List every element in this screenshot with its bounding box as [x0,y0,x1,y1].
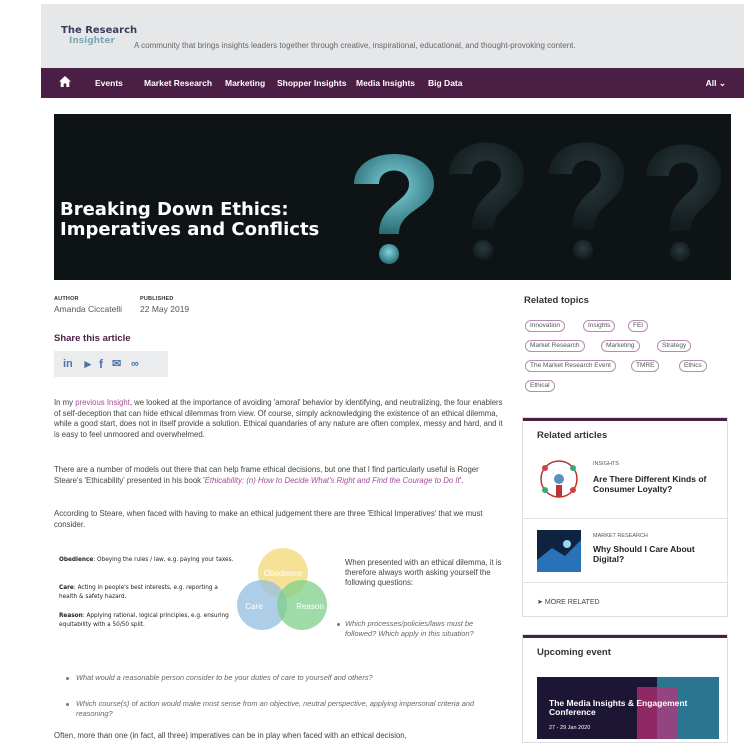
share-title: Share this article [54,333,131,344]
hero-banner: Breaking Down Ethics: Imperatives and Co… [54,114,731,280]
nav-item-media-insights[interactable]: Media Insights [356,78,415,88]
author-name[interactable]: Amanda Ciccatelli [54,304,122,314]
chevron-down-icon: ⌄ [718,78,726,88]
event-banner[interactable]: The Media Insights & Engagement Conferen… [537,677,719,739]
share-bar: in ► f ✉ ∞ [54,351,168,377]
article-thumbnail-digital[interactable] [537,530,581,572]
imperative-term: Care [59,583,74,591]
article-category: MARKET RESEARCH [593,533,648,539]
related-articles-card: Related articles INSIGHTS Are There Diff… [522,417,728,617]
topic-chip[interactable]: Ethical [525,380,555,392]
bullet-dot [66,703,69,706]
related-articles-title: Related articles [537,430,608,441]
event-name: The Media Insights & Engagement Conferen… [549,698,688,717]
venn-label-reason: Reason [296,602,324,611]
article-title-link[interactable]: Are There Different Kinds of Consumer Lo… [593,474,723,494]
divider [523,518,727,519]
question-bullet-1: Which processes/policies/laws must be fo… [345,619,474,638]
venn-label-care: Care [245,602,263,611]
imperative-care: Care: Acting in people's best interests,… [59,583,234,601]
venn-label-obedience: Obedience [264,569,303,578]
event-dates: 27 - 29 Jan 2020 [549,725,591,731]
imperative-text: : Acting in people's best interests, e.g… [59,583,218,600]
article-paragraph-3: According to Steare, when faced with hav… [54,509,483,529]
nav-item-market-research[interactable]: Market Research [144,78,212,88]
topic-chip[interactable]: Market Research [525,340,585,352]
site-logo[interactable]: The Research Insighter [61,25,138,47]
question-marks-image [354,142,721,264]
venn-explanation: When presented with an ethical dilemma, … [345,558,502,587]
imperative-term: Obedience [59,555,94,563]
topic-chip[interactable]: Marketing [601,340,640,352]
p2-text-b: '. [459,475,464,485]
topic-chip[interactable]: Insights [583,320,616,332]
related-topics-title: Related topics [524,295,589,306]
arrow-right-circle-icon: ➤ [537,599,543,606]
question-bullet-3: Which course(s) of action would make mos… [76,699,475,718]
published-date: 22 May 2019 [140,304,190,314]
article-paragraph-1: In my previous Insight, we looked at the… [54,398,504,440]
book-link[interactable]: Ethicability: (n) How to Decide What's R… [205,476,460,485]
article-paragraph-2: There are a number of models out there t… [54,465,504,486]
card-accent-bar [523,635,727,638]
published-label: PUBLISHED [140,296,174,302]
topic-chip[interactable]: TMRE [631,360,660,372]
linkedin-icon[interactable]: in [63,357,73,371]
logo-line-1: The Research [61,25,138,36]
nav-all-dropdown[interactable]: All ⌄ [706,78,726,89]
nav-item-big-data[interactable]: Big Data [428,78,462,88]
topic-chip[interactable]: Innovation [525,320,565,332]
divider [523,582,727,583]
facebook-icon[interactable]: f [99,357,103,371]
article-category: INSIGHTS [593,461,619,467]
upcoming-event-card: Upcoming event The Media Insights & Enga… [522,634,728,743]
previous-insight-link[interactable]: previous Insight [75,398,130,407]
link-icon[interactable]: ∞ [131,357,139,371]
topic-chip[interactable]: The Market Research Event [525,360,616,372]
bullet-dot [66,677,69,680]
main-nav: Events Market Research Marketing Shopper… [41,68,744,98]
imperative-text: : Applying rational, logical principles,… [59,611,229,628]
upcoming-event-title: Upcoming event [537,647,611,658]
author-label: AUTHOR [54,296,79,302]
more-related-label: MORE RELATED [544,599,600,606]
home-icon[interactable] [59,76,71,87]
topic-chip[interactable]: Ethics [679,360,707,372]
site-tagline: A community that brings insights leaders… [134,41,576,50]
question-bullet-2: What would a reasonable person consider … [76,673,373,682]
imperative-term: Reason [59,611,83,619]
more-related-link[interactable]: ➤ MORE RELATED [537,598,600,606]
topic-chip[interactable]: Strategy [657,340,692,352]
nav-all-label: All [705,78,717,88]
imperative-obedience: Obedience: Obeying the rules / law, e.g.… [59,555,234,564]
logo-line-2: Insighter [69,36,115,46]
site-header: The Research Insighter A community that … [41,4,744,68]
card-accent-bar [523,418,727,421]
bullet-dot [337,623,340,626]
article-paragraph-4: Often, more than one (in fact, all three… [54,731,407,740]
p1-text-a: In my [54,398,76,407]
nav-item-events[interactable]: Events [95,78,123,88]
email-icon[interactable]: ✉ [112,357,121,371]
article-thumbnail-loyalty[interactable] [537,458,581,500]
twitter-icon[interactable]: ► [82,357,94,371]
topic-chip[interactable]: FEI [628,320,649,332]
imperative-text: : Obeying the rules / law, e.g. paying y… [93,555,234,563]
article-title: Breaking Down Ethics: Imperatives and Co… [60,199,320,240]
article-title-link[interactable]: Why Should I Care About Digital? [593,544,723,564]
nav-item-shopper-insights[interactable]: Shopper Insights [277,78,346,88]
ethical-imperatives-venn-diagram: Obedience Care Reason [237,548,327,630]
imperative-reason: Reason: Applying rational, logical princ… [59,611,234,629]
nav-item-marketing[interactable]: Marketing [225,78,265,88]
